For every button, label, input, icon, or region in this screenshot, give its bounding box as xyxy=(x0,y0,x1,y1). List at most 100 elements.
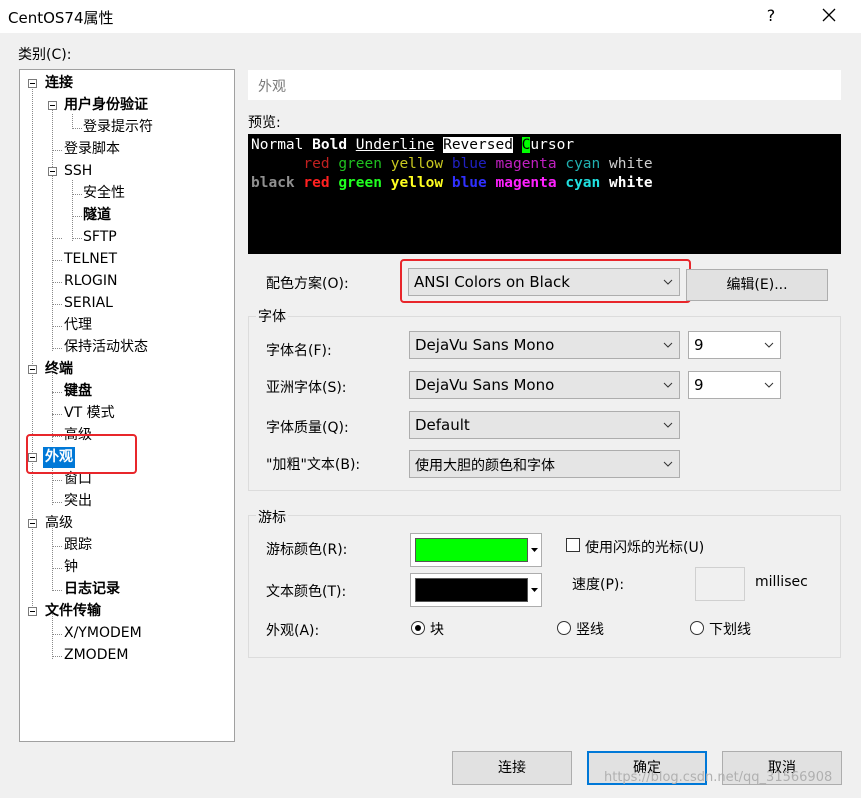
asian-font-select[interactable]: DejaVu Sans Mono xyxy=(409,371,680,399)
font-quality-label: 字体质量(Q): xyxy=(266,420,349,436)
preview-black: black xyxy=(251,175,295,191)
tree-item-trace[interactable]: 跟踪 xyxy=(64,535,92,556)
cursor-color-picker[interactable] xyxy=(410,533,542,567)
edit-scheme-button[interactable]: 编辑(E)... xyxy=(686,269,828,301)
preview-bold-blue: blue xyxy=(451,175,487,191)
tree-item-highlight[interactable]: 突出 xyxy=(64,491,92,512)
tree-line xyxy=(72,194,82,195)
tree-line xyxy=(52,326,62,327)
preview-cursor-text: ursor xyxy=(530,137,575,153)
tree-item-login-prompt[interactable]: 登录提示符 xyxy=(83,117,153,138)
font-name-select[interactable]: DejaVu Sans Mono xyxy=(409,331,680,359)
cursor-style-bar-radio[interactable] xyxy=(557,621,571,635)
font-group-title: 字体 xyxy=(256,306,288,326)
speed-input[interactable] xyxy=(695,567,745,601)
preview-reversed: Reversed xyxy=(443,137,513,153)
tree-line xyxy=(52,568,62,569)
tree-item-keyboard[interactable]: 键盘 xyxy=(64,381,92,402)
blink-cursor-checkbox[interactable] xyxy=(566,538,580,552)
collapse-toggle[interactable] xyxy=(28,607,37,616)
collapse-toggle[interactable] xyxy=(48,101,57,110)
tree-line xyxy=(52,480,62,481)
tree-line xyxy=(52,260,62,261)
tree-item-connection[interactable]: 连接 xyxy=(45,73,73,94)
window-title: CentOS74属性 xyxy=(8,9,114,27)
preview-white: white xyxy=(609,156,653,172)
tree-item-tunnel[interactable]: 隧道 xyxy=(83,205,111,226)
collapse-toggle[interactable] xyxy=(28,519,37,528)
cursor-color-label: 游标颜色(R): xyxy=(266,542,348,558)
cursor-style-underline-radio[interactable] xyxy=(690,621,704,635)
tree-item-authentication[interactable]: 用户身份验证 xyxy=(64,95,148,116)
chevron-down-icon xyxy=(663,461,673,467)
collapse-toggle[interactable] xyxy=(28,79,37,88)
preview-line-bold-colors: black red green yellow blue magenta cyan… xyxy=(251,174,653,193)
tree-line xyxy=(72,216,82,217)
preview-yellow: yellow xyxy=(390,156,444,172)
bold-text-select[interactable]: 使用大胆的颜色和字体 xyxy=(409,450,680,478)
tree-line xyxy=(52,238,62,239)
tree-item-serial[interactable]: SERIAL xyxy=(64,293,113,314)
connect-button[interactable]: 连接 xyxy=(452,751,572,785)
tree-item-file-transfer[interactable]: 文件传输 xyxy=(45,601,101,622)
tree-line xyxy=(52,282,62,283)
collapse-toggle[interactable] xyxy=(28,365,37,374)
tree-item-telnet[interactable]: TELNET xyxy=(64,249,117,270)
category-tree[interactable]: 连接 用户身份验证 登录提示符 登录脚本 SSH 安全性 隧道 SFTP TEL… xyxy=(19,69,235,742)
tree-item-login-script[interactable]: 登录脚本 xyxy=(64,139,120,160)
speed-unit: millisec xyxy=(755,574,808,590)
tree-item-keepalive[interactable]: 保持活动状态 xyxy=(64,337,148,358)
tree-item-security[interactable]: 安全性 xyxy=(83,183,125,204)
tree-item-bell[interactable]: 钟 xyxy=(64,557,78,578)
asian-font-label: 亚洲字体(S): xyxy=(266,380,347,396)
asian-size-select[interactable]: 9 xyxy=(688,371,781,399)
tree-line xyxy=(32,84,33,614)
bold-text-label: "加粗"文本(B): xyxy=(266,457,361,473)
tree-item-rlogin[interactable]: RLOGIN xyxy=(64,271,118,292)
chevron-down-icon xyxy=(663,382,673,388)
cursor-style-bar-label: 竖线 xyxy=(576,622,604,638)
preview-red: red xyxy=(303,156,330,172)
preview-green: green xyxy=(338,156,382,172)
text-color-picker[interactable] xyxy=(410,573,542,607)
font-quality-value: Default xyxy=(415,416,470,434)
section-title: 外观 xyxy=(258,79,286,95)
cursor-color-swatch xyxy=(415,538,528,562)
tree-item-terminal[interactable]: 终端 xyxy=(45,359,73,380)
tree-item-vt-mode[interactable]: VT 模式 xyxy=(64,403,115,424)
font-size-select[interactable]: 9 xyxy=(688,331,781,359)
section-header: 外观 xyxy=(248,70,841,100)
tree-item-sftp[interactable]: SFTP xyxy=(83,227,117,248)
help-button[interactable]: ? xyxy=(758,4,784,28)
text-color-label: 文本颜色(T): xyxy=(266,584,347,600)
preview-bold-cyan: cyan xyxy=(565,175,601,191)
tree-item-xymodem[interactable]: X/YMODEM xyxy=(64,623,142,644)
close-button[interactable] xyxy=(812,3,846,29)
preview-normal: Normal xyxy=(251,137,304,153)
chevron-down-icon xyxy=(663,422,673,428)
chevron-down-icon xyxy=(764,342,774,348)
tree-item-proxy[interactable]: 代理 xyxy=(64,315,92,336)
tree-line xyxy=(52,348,62,349)
tree-item-zmodem[interactable]: ZMODEM xyxy=(64,645,128,666)
font-quality-select[interactable]: Default xyxy=(409,411,680,439)
tree-line xyxy=(52,546,62,547)
cursor-style-label: 外观(A): xyxy=(266,623,320,639)
preview-bold-red: red xyxy=(303,175,330,191)
preview-bold: Bold xyxy=(312,137,348,153)
dropdown-arrow-icon xyxy=(531,588,538,592)
chevron-down-icon xyxy=(764,382,774,388)
blink-cursor-label: 使用闪烁的光标(U) xyxy=(585,540,705,556)
tree-item-logging[interactable]: 日志记录 xyxy=(64,579,120,600)
preview-line-normal-colors: red green yellow blue magenta cyan white xyxy=(251,155,653,174)
font-name-label: 字体名(F): xyxy=(266,343,332,359)
tree-item-ssh[interactable]: SSH xyxy=(64,161,92,182)
collapse-toggle[interactable] xyxy=(48,167,57,176)
cursor-style-block-radio[interactable] xyxy=(411,621,425,635)
tree-line xyxy=(52,392,62,393)
bold-text-value: 使用大胆的颜色和字体 xyxy=(415,458,555,474)
preview-bold-green: green xyxy=(338,175,382,191)
cursor-group-title: 游标 xyxy=(256,507,288,527)
tree-item-advanced[interactable]: 高级 xyxy=(45,513,73,534)
cursor-style-underline-label: 下划线 xyxy=(709,622,751,638)
